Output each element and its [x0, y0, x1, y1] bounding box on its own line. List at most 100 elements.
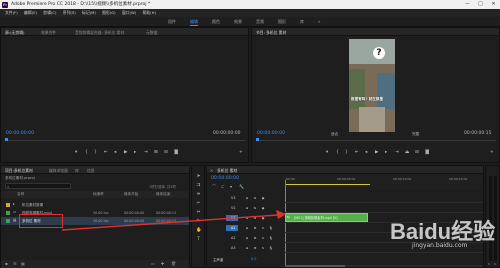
- program-scrub-bar[interactable]: [256, 140, 496, 141]
- solo-left-button[interactable]: S: [488, 262, 490, 266]
- close-button[interactable]: ✕: [487, 0, 500, 9]
- source-scrub-bar[interactable]: [5, 140, 245, 141]
- maximize-button[interactable]: □: [474, 0, 487, 9]
- mute-icon[interactable]: M: [253, 236, 257, 240]
- program-step-forward-button[interactable]: ▸: [385, 150, 387, 155]
- timeline-timecode[interactable]: 00:00:00:00: [211, 176, 239, 181]
- workspace-libraries[interactable]: 库: [300, 19, 304, 25]
- lock-icon[interactable]: ▪: [5, 261, 8, 266]
- col-media-start[interactable]: 媒体开始: [124, 192, 138, 197]
- col-media-end[interactable]: 媒体结束: [156, 192, 170, 197]
- snap-icon[interactable]: ⌒: [212, 184, 216, 190]
- workspace-color[interactable]: 颜色: [212, 19, 220, 25]
- timeline-ruler[interactable]: :00:00 00:00:05:00 00:00:10:00 00:00:15:…: [285, 176, 483, 190]
- type-tool-icon[interactable]: T: [196, 237, 201, 242]
- tab-info[interactable]: 信息: [87, 168, 95, 174]
- program-go-out-button[interactable]: ⇥: [395, 150, 399, 155]
- source-insert-button[interactable]: ⊞: [154, 150, 158, 155]
- timeline-close-icon[interactable]: ✕: [210, 168, 213, 173]
- wrench-icon[interactable]: 🔧: [239, 184, 244, 189]
- master-volume-value[interactable]: 0.0: [251, 257, 256, 261]
- menu-help[interactable]: 帮助(H): [143, 9, 156, 17]
- program-step-back-button[interactable]: ◂: [365, 150, 367, 155]
- tab-media-browser[interactable]: 媒体浏览器: [49, 168, 68, 174]
- program-mark-in-button[interactable]: ▾: [326, 150, 328, 155]
- minimize-button[interactable]: —: [461, 0, 474, 9]
- timeline-clip-v1[interactable]: [MC1] 视频剪辑素材.mp4 [V] fx: [285, 213, 368, 222]
- mic-icon[interactable]: 🎙: [269, 246, 273, 250]
- timeline-scrollbar[interactable]: [285, 265, 483, 267]
- sync-lock-icon[interactable]: ⇆: [253, 196, 257, 200]
- mute-icon[interactable]: M: [253, 246, 257, 250]
- workspace-editing[interactable]: 编辑: [190, 19, 198, 26]
- tab-effect-controls[interactable]: 效果控件: [41, 30, 56, 36]
- solo-icon[interactable]: S: [261, 236, 265, 240]
- tab-source[interactable]: 源:(无剪辑): [5, 30, 24, 36]
- program-timecode-left[interactable]: 00:00:00:00: [257, 131, 285, 136]
- source-clear-button[interactable]: }: [94, 150, 97, 155]
- ripple-edit-tool-icon[interactable]: ⇹: [196, 192, 201, 197]
- solo-right-button[interactable]: S: [494, 262, 496, 266]
- eye-icon[interactable]: ◉: [261, 196, 265, 200]
- program-add-button[interactable]: +: [490, 150, 494, 155]
- menu-clip[interactable]: 剪辑(C): [43, 9, 56, 17]
- lock-icon[interactable]: ⊡: [245, 246, 249, 250]
- program-play-button[interactable]: ▶: [375, 150, 378, 155]
- lock-icon[interactable]: ⊡: [245, 236, 249, 240]
- menu-marker[interactable]: 标记(M): [82, 9, 96, 17]
- workspace-effects[interactable]: 效果: [234, 19, 242, 25]
- menu-window[interactable]: 窗口(W): [122, 9, 136, 17]
- tab-project[interactable]: 项目:多机位素材: [5, 168, 33, 174]
- source-go-in-button[interactable]: ⇤: [104, 150, 108, 155]
- source-mark-in-button[interactable]: ▾: [75, 150, 77, 155]
- add-marker-icon[interactable]: ▾: [230, 184, 232, 189]
- menu-graphics[interactable]: 图形(G): [102, 9, 116, 17]
- source-add-button[interactable]: +: [239, 150, 243, 155]
- trash-icon[interactable]: 🗑: [171, 261, 176, 266]
- workspace-graphics[interactable]: 图形: [278, 19, 286, 25]
- tab-program[interactable]: 节目: 多机位 素材: [256, 30, 286, 36]
- col-name[interactable]: 名称: [17, 192, 24, 197]
- program-playhead[interactable]: [256, 138, 259, 141]
- scroll-thumb[interactable]: [285, 265, 345, 267]
- program-go-in-button[interactable]: ⇤: [355, 150, 359, 155]
- menu-edit[interactable]: 编辑(E): [24, 9, 37, 17]
- tab-timeline-sequence[interactable]: 多机位 素材: [217, 168, 237, 174]
- workspace-assembly[interactable]: 组件: [168, 19, 176, 25]
- workspace-audio[interactable]: 音频: [256, 19, 264, 25]
- icon-view-icon[interactable]: ▦: [21, 261, 25, 266]
- tab-metadata[interactable]: 元数据: [146, 30, 157, 36]
- source-go-out-button[interactable]: ⇥: [144, 150, 148, 155]
- menu-sequence[interactable]: 序列(S): [63, 9, 76, 17]
- program-mark-out-button[interactable]: {: [336, 150, 339, 155]
- workspace-more-button[interactable]: »: [318, 19, 320, 24]
- project-search-input[interactable]: ⌕: [5, 183, 71, 189]
- new-item-icon[interactable]: ✚: [161, 261, 164, 266]
- source-overwrite-button[interactable]: ⊟: [164, 150, 168, 155]
- tab-libraries[interactable]: 库: [75, 168, 79, 174]
- label-color-swatch[interactable]: [6, 203, 10, 207]
- source-step-back-button[interactable]: ◂: [114, 150, 116, 155]
- selection-tool-icon[interactable]: ➤: [196, 174, 201, 179]
- mic-icon[interactable]: 🎙: [269, 236, 273, 240]
- linked-selection-icon[interactable]: ⊂: [221, 184, 224, 189]
- quality-dropdown[interactable]: 完整: [412, 132, 419, 137]
- program-clear-button[interactable]: }: [345, 150, 348, 155]
- source-playhead[interactable]: [5, 138, 8, 141]
- source-timecode-left[interactable]: 00:00:00:00: [6, 131, 34, 136]
- source-play-button[interactable]: ▶: [124, 150, 127, 155]
- work-area-bar[interactable]: [285, 184, 370, 185]
- source-camera-icon[interactable]: ◙: [174, 150, 178, 155]
- label-color-swatch[interactable]: [6, 219, 10, 223]
- program-lift-button[interactable]: ⏏: [405, 150, 409, 155]
- program-camera-icon[interactable]: ◙: [425, 150, 429, 155]
- track-select-tool-icon[interactable]: ⇉: [196, 183, 201, 188]
- col-fps[interactable]: 帧速率: [93, 192, 104, 197]
- solo-icon[interactable]: S: [261, 246, 265, 250]
- menu-file[interactable]: 文件(F): [5, 9, 18, 17]
- source-step-forward-button[interactable]: ▸: [134, 150, 136, 155]
- list-view-icon[interactable]: ☰: [13, 261, 17, 266]
- source-mark-out-button[interactable]: {: [85, 150, 88, 155]
- tab-audio-mixer[interactable]: 音频剪辑混合器: 多机位 素材: [75, 30, 124, 36]
- label-color-swatch[interactable]: [6, 211, 10, 215]
